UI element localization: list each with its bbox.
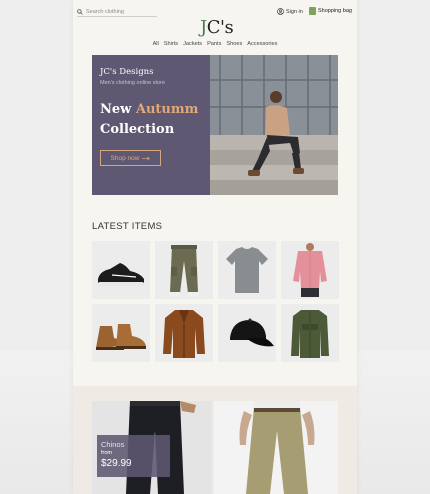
logo-letter-j: J <box>200 17 207 38</box>
hero-model-image <box>210 55 338 195</box>
nav-item-jackets[interactable]: Jackets <box>183 41 202 47</box>
sneaker-image <box>98 263 144 286</box>
product-tile-pink-shirt[interactable] <box>281 241 339 299</box>
hero-text-panel: JC's Designs Men's clothing online store… <box>92 55 210 195</box>
sign-in-link[interactable]: Sign in <box>277 8 303 15</box>
shopping-bag-icon <box>309 7 316 15</box>
shop-now-label: Shop now <box>110 154 140 162</box>
nav-item-shirts[interactable]: Shirts <box>164 41 178 47</box>
hero-banner: JC's Designs Men's clothing online store… <box>92 55 338 195</box>
nav-item-all[interactable]: All <box>153 41 159 47</box>
black-cap-image <box>230 318 274 347</box>
shopping-bag-link[interactable]: Shopping bag <box>309 7 352 15</box>
grey-tshirt-image <box>226 247 268 293</box>
khaki-pants-image <box>214 401 338 494</box>
product-price: $29.99 <box>101 458 132 469</box>
product-name: Chinos <box>101 440 125 449</box>
sign-in-label: Sign in <box>286 8 303 15</box>
price-from-label: from <box>101 450 112 456</box>
product-tile-cargo-pants[interactable] <box>155 241 213 299</box>
category-nav: All Shirts Jackets Pants Shoes Accessori… <box>73 41 357 47</box>
hero-brand: JC's Designs <box>100 67 154 77</box>
product-tile-sneaker[interactable] <box>92 241 150 299</box>
headline-accent: Autumm <box>135 102 199 117</box>
chelsea-boots-image <box>96 324 146 350</box>
promo-chinos-card[interactable]: Chinos from $29.99 <box>92 401 212 494</box>
headline-collection: Collection <box>100 122 175 137</box>
arrow-right-icon <box>142 156 151 160</box>
shop-now-button[interactable]: Shop now <box>100 150 161 166</box>
site-logo[interactable]: JC's <box>200 17 234 38</box>
green-jacket-image <box>291 310 329 358</box>
latest-items-grid <box>92 241 339 362</box>
logo-letters: C's <box>206 17 234 38</box>
product-tile-grey-tshirt[interactable] <box>218 241 276 299</box>
latest-items-title: LATEST ITEMS <box>92 221 163 232</box>
headline-new: New <box>100 102 132 117</box>
pink-shirt-image <box>293 243 327 297</box>
product-tile-brown-jacket[interactable] <box>155 304 213 362</box>
brown-jacket-image <box>163 310 205 358</box>
cargo-pants-image <box>169 245 199 296</box>
shopping-bag-label: Shopping bag <box>318 8 352 14</box>
product-tile-chelsea-boots[interactable] <box>92 304 150 362</box>
hero-tagline: Men's clothing online store <box>100 80 165 86</box>
user-icon <box>277 8 284 15</box>
product-tile-black-cap[interactable] <box>218 304 276 362</box>
search-input[interactable] <box>86 8 156 15</box>
nav-item-accessories[interactable]: Accessories <box>247 41 277 47</box>
hero-photo <box>210 55 338 195</box>
nav-item-pants[interactable]: Pants <box>207 41 221 47</box>
hero-headline: New Autumm Collection <box>100 100 198 140</box>
store-page: JC's Sign in Shopping bag All Shirts Jac… <box>73 0 357 494</box>
promo-khaki-pants-card[interactable] <box>214 401 338 494</box>
price-card: Chinos from $29.99 <box>97 435 170 477</box>
nav-item-shoes[interactable]: Shoes <box>226 41 242 47</box>
search-bar[interactable] <box>77 7 157 17</box>
search-icon <box>77 8 83 15</box>
product-tile-green-jacket[interactable] <box>281 304 339 362</box>
